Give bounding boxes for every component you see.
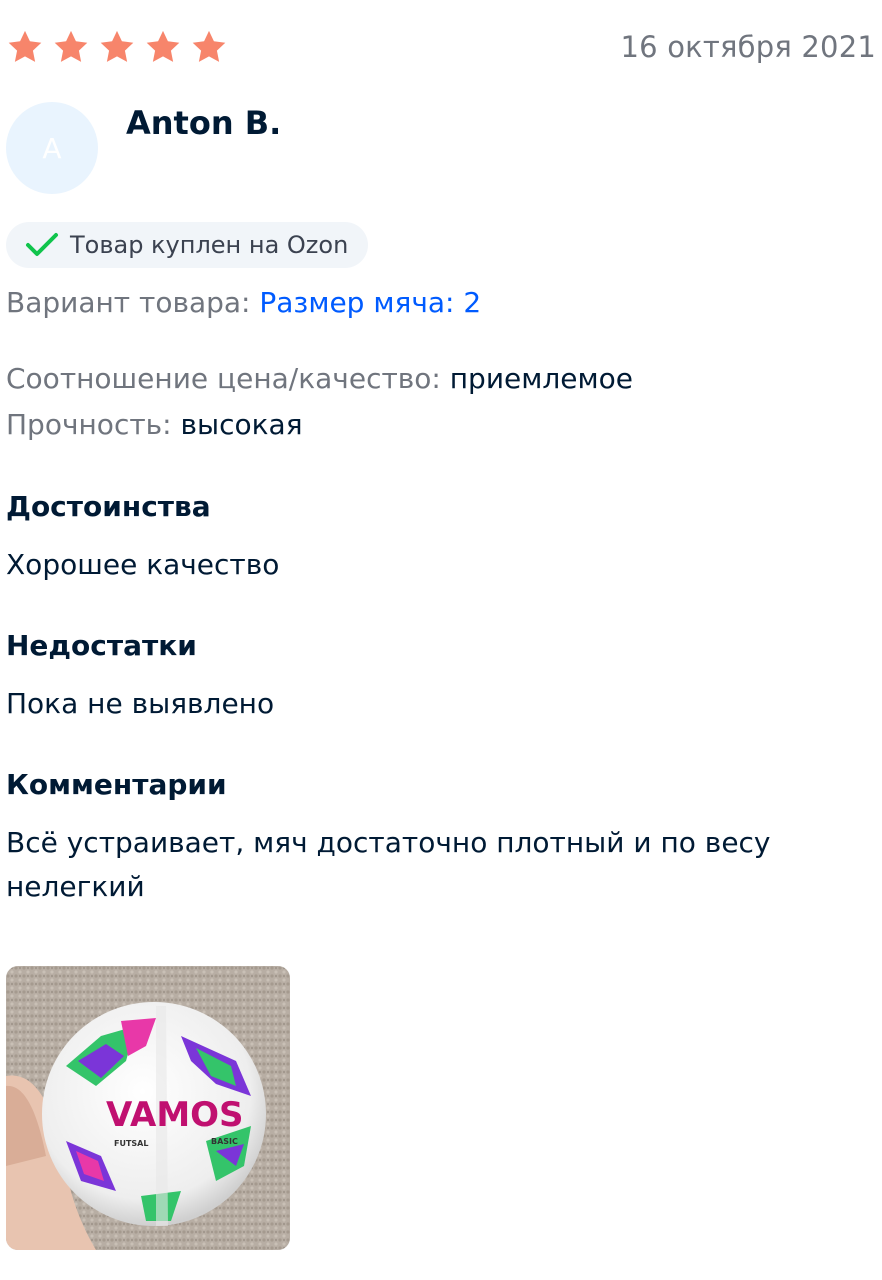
star-icon (8, 30, 42, 62)
attribute-price-quality: Соотношение цена/качество: приемлемое (6, 362, 633, 395)
author-name[interactable]: Anton B. (126, 104, 281, 142)
review-photo[interactable]: VAMOS FUTSAL BASIC (6, 966, 290, 1250)
attribute-label: Соотношение цена/качество: (6, 362, 441, 395)
avatar-initial: A (42, 131, 62, 165)
ball-brand-text: VAMOS (106, 1095, 244, 1135)
comment-title: Комментарии (6, 768, 227, 801)
star-icon (100, 30, 134, 62)
verified-purchase-badge: Товар куплен на Ozon (6, 222, 369, 268)
rating-stars (6, 28, 228, 66)
comment-text-line-2: нелегкий (6, 870, 145, 903)
pros-text: Хорошее качество (6, 548, 280, 581)
cons-text: Пока не выявлено (6, 687, 275, 720)
ball-sub-left-text: FUTSAL (114, 1139, 148, 1148)
avatar[interactable]: A (6, 102, 98, 194)
checkmark-icon (26, 233, 58, 256)
star-icon (54, 30, 88, 62)
attribute-value: приемлемое (449, 362, 633, 395)
attribute-durability: Прочность: высокая (6, 408, 303, 441)
ball-sub-right-text: BASIC (211, 1137, 238, 1146)
attribute-value: высокая (180, 408, 303, 441)
football-photo: VAMOS FUTSAL BASIC (6, 966, 290, 1250)
comment-text-line-1: Всё устраивает, мяч достаточно плотный и… (6, 826, 771, 859)
star-icon (192, 30, 226, 62)
pros-title: Достоинства (6, 490, 211, 523)
verified-badge-label: Товар куплен на Ozon (70, 231, 349, 259)
cons-title: Недостатки (6, 629, 197, 662)
product-variant: Вариант товара: Размер мяча: 2 (6, 286, 481, 319)
attribute-label: Прочность: (6, 408, 172, 441)
variant-label: Вариант товара: (6, 286, 251, 319)
variant-link[interactable]: Размер мяча: 2 (259, 286, 481, 319)
review-date: 16 октября 2021 (620, 30, 876, 64)
star-icon (146, 30, 180, 62)
